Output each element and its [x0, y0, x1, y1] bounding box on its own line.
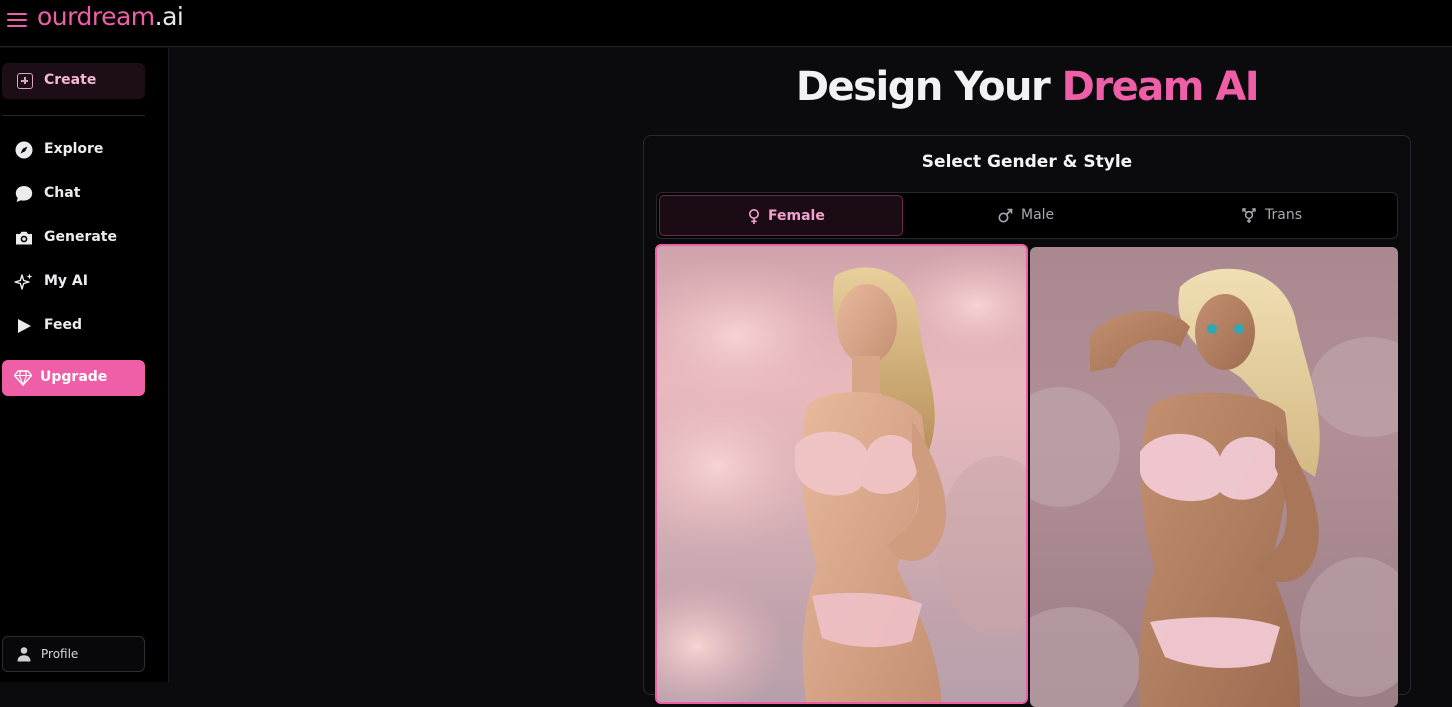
gender-selector: Female Male Trans [656, 192, 1398, 239]
create-label: Create [44, 72, 97, 88]
anime-character-image [1030, 268, 1398, 707]
camera-icon [16, 231, 32, 245]
logo-tld-text: .ai [154, 2, 184, 31]
sidebar-item-chat[interactable]: Chat [0, 178, 160, 208]
profile-label: Profile [41, 647, 79, 661]
upgrade-button[interactable]: Upgrade [2, 360, 145, 396]
panel-title: Select Gender & Style [921, 152, 1133, 172]
tab-female-label: Female [768, 208, 825, 224]
chat-bubble-icon [15, 186, 33, 202]
tab-female[interactable]: Female [659, 195, 903, 236]
create-button[interactable]: Create [2, 63, 145, 99]
realistic-character-image [657, 246, 1026, 702]
transgender-symbol-icon [1242, 208, 1256, 223]
sidebar-item-label: Chat [44, 185, 81, 201]
play-icon [18, 319, 31, 333]
sidebar-item-label: Generate [44, 229, 117, 245]
sidebar: Create Explore Chat Generate My AI Feed … [0, 48, 169, 682]
sidebar-item-my-ai[interactable]: My AI [0, 266, 160, 296]
user-icon [17, 647, 31, 662]
gender-style-panel: Select Gender & Style Female Male Trans [643, 135, 1411, 707]
sidebar-divider [2, 115, 145, 116]
sidebar-item-generate[interactable]: Generate [0, 222, 160, 252]
sparkle-icon [14, 273, 33, 290]
diamond-icon [14, 370, 32, 386]
sidebar-item-feed[interactable]: Feed [0, 310, 160, 340]
compass-icon [15, 141, 33, 159]
female-symbol-icon [749, 209, 759, 224]
upgrade-label: Upgrade [40, 369, 108, 385]
male-symbol-icon [998, 208, 1013, 223]
plus-square-icon [17, 73, 33, 89]
style-card-anime[interactable] [1030, 247, 1398, 707]
page-title: Design Your Dream AI [643, 64, 1411, 110]
sidebar-item-label: Explore [44, 141, 104, 157]
title-part-1: Design Your [795, 64, 1051, 110]
tab-trans-label: Trans [1265, 207, 1302, 223]
tab-male-label: Male [1021, 207, 1055, 223]
title-part-2: Dream AI [1061, 64, 1260, 110]
style-card-realistic[interactable] [655, 244, 1028, 704]
tab-trans[interactable]: Trans [1151, 195, 1395, 236]
profile-button[interactable]: Profile [2, 636, 145, 672]
sidebar-item-label: My AI [44, 273, 88, 289]
sidebar-item-explore[interactable]: Explore [0, 134, 160, 164]
tab-male[interactable]: Male [907, 195, 1147, 236]
top-bar: ourdream.ai [0, 0, 1452, 47]
logo[interactable]: ourdream.ai [37, 2, 184, 31]
hamburger-menu-icon[interactable] [6, 11, 28, 29]
sidebar-item-label: Feed [44, 317, 83, 333]
logo-brand-text: ourdream [37, 2, 155, 31]
